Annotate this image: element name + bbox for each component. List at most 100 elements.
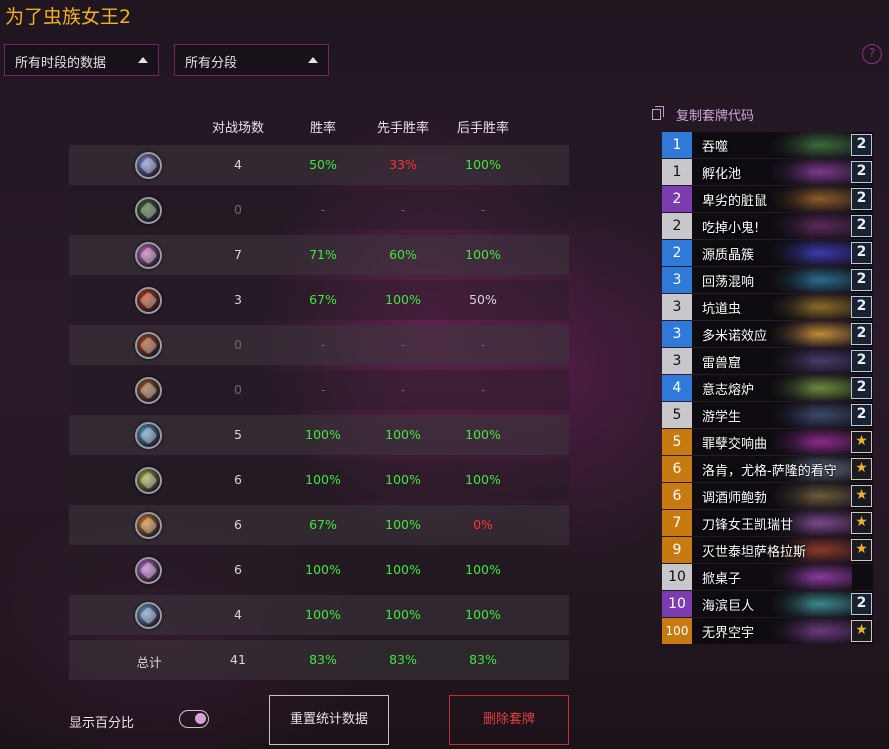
card-cost: 3	[662, 294, 692, 320]
time-filter-dropdown[interactable]: 所有时段的数据	[4, 44, 159, 76]
winrate-cell: -	[320, 382, 326, 397]
total-second-winrate: 83%	[469, 652, 497, 667]
show-percent-toggle[interactable]	[179, 710, 209, 728]
winrate-cell: 67%	[309, 292, 337, 307]
priest-class-icon	[135, 557, 162, 584]
games-cell: 4	[234, 607, 242, 622]
death-knight-class-icon	[135, 602, 162, 629]
card-count: 2	[851, 323, 872, 345]
second-winrate-cell: 100%	[465, 472, 501, 487]
table-row: 4 100% 100% 100%	[69, 595, 569, 635]
games-cell: 0	[234, 382, 242, 397]
delete-deck-button[interactable]: 删除套牌	[449, 695, 569, 745]
deck-card[interactable]: 1 吞噬 2	[662, 132, 873, 158]
table-row: 6 100% 100% 100%	[69, 550, 569, 590]
deck-card[interactable]: 10 海滨巨人 2	[662, 591, 873, 617]
deck-card[interactable]: 2 卑劣的脏鼠 2	[662, 186, 873, 212]
help-icon[interactable]: ?	[862, 44, 882, 64]
legendary-star-icon: ★	[851, 458, 872, 480]
card-cost: 6	[662, 456, 692, 482]
first-winrate-cell: -	[400, 382, 406, 397]
deck-card[interactable]: 3 多米诺效应 2	[662, 321, 873, 347]
card-count: 2	[851, 161, 872, 183]
reset-stats-button[interactable]: 重置统计数据	[269, 695, 389, 745]
card-count: 2	[851, 134, 872, 156]
card-count: 2	[851, 296, 872, 318]
card-cost: 5	[662, 402, 692, 428]
warlock-class-icon	[135, 377, 162, 404]
legendary-star-icon: ★	[851, 512, 872, 534]
second-winrate-cell: 100%	[465, 607, 501, 622]
deck-card[interactable]: 10 掀桌子	[662, 564, 873, 590]
deck-card[interactable]: 6 洛肯，尤格-萨隆的看守 ★	[662, 456, 873, 482]
second-winrate-cell: 0%	[473, 517, 493, 532]
deck-card[interactable]: 3 坑道虫 2	[662, 294, 873, 320]
deck-card[interactable]: 100 无界空宇 ★	[662, 618, 873, 644]
first-winrate-cell: 60%	[389, 247, 417, 262]
hunter-class-icon	[135, 467, 162, 494]
first-winrate-cell: -	[400, 202, 406, 217]
deck-card[interactable]: 3 雷兽窟 2	[662, 348, 873, 374]
deck-card[interactable]: 4 意志熔炉 2	[662, 375, 873, 401]
copy-deck-code-link[interactable]: 复制套牌代码	[676, 105, 754, 124]
card-name: 灭世泰坦萨格拉斯	[702, 545, 807, 560]
toggle-knob	[195, 713, 206, 724]
card-cost: 3	[662, 348, 692, 374]
first-winrate-cell: 100%	[385, 292, 421, 307]
games-cell: 7	[234, 247, 242, 262]
table-row: 6 100% 100% 100%	[69, 460, 569, 500]
games-cell: 6	[234, 472, 242, 487]
winrate-cell: -	[320, 337, 326, 352]
deck-card[interactable]: 7 刀锋女王凯瑞甘 ★	[662, 510, 873, 536]
deck-card[interactable]: 6 调酒师鲍勃 ★	[662, 483, 873, 509]
deck-card[interactable]: 9 灭世泰坦萨格拉斯 ★	[662, 537, 873, 563]
card-count: 2	[851, 215, 872, 237]
card-name: 刀锋女王凯瑞甘	[702, 518, 794, 533]
rank-filter-dropdown[interactable]: 所有分段	[174, 44, 329, 76]
first-winrate-cell: 100%	[385, 562, 421, 577]
card-name: 游学生	[702, 410, 742, 425]
deck-card[interactable]: 2 吃掉小鬼! 2	[662, 213, 873, 239]
deck-card[interactable]: 2 源质晶簇 2	[662, 240, 873, 266]
second-winrate-cell: -	[480, 337, 486, 352]
second-winrate-cell: 100%	[465, 157, 501, 172]
total-label: 总计	[136, 655, 162, 670]
deck-card[interactable]: 5 罪孽交响曲 ★	[662, 429, 873, 455]
header-games: 对战场数	[211, 121, 264, 136]
winrate-cell: 100%	[305, 427, 341, 442]
table-row: 6 67% 100% 0%	[69, 505, 569, 545]
second-winrate-cell: 100%	[465, 247, 501, 262]
card-name: 吃掉小鬼!	[702, 221, 760, 236]
deck-card[interactable]: 3 回荡混响 2	[662, 267, 873, 293]
header-first-winrate: 先手胜率	[376, 121, 429, 136]
card-cost: 100	[662, 618, 692, 644]
copy-icon[interactable]	[652, 106, 665, 121]
druid-class-icon	[135, 197, 162, 224]
games-cell: 6	[234, 562, 242, 577]
card-name: 回荡混响	[702, 275, 755, 290]
card-name: 海滨巨人	[702, 599, 755, 614]
games-cell: 5	[234, 427, 242, 442]
deck-card[interactable]: 1 孵化池 2	[662, 159, 873, 185]
card-cost: 2	[662, 186, 692, 212]
card-cost: 7	[662, 510, 692, 536]
card-name: 掀桌子	[702, 572, 742, 587]
rank-filter-label: 所有分段	[185, 56, 238, 71]
card-name: 源质晶簇	[702, 248, 755, 263]
card-name: 多米诺效应	[702, 329, 768, 344]
total-games: 41	[230, 652, 246, 667]
paladin-class-icon	[135, 512, 162, 539]
deck-card[interactable]: 5 游学生 2	[662, 402, 873, 428]
winrate-cell: 50%	[309, 157, 337, 172]
legendary-star-icon: ★	[851, 539, 872, 561]
header-winrate: 胜率	[309, 121, 336, 136]
games-cell: 6	[234, 517, 242, 532]
second-winrate-cell: 100%	[465, 427, 501, 442]
card-cost: 5	[662, 429, 692, 455]
first-winrate-cell: 100%	[385, 517, 421, 532]
show-percent-label: 显示百分比	[69, 716, 135, 731]
deck-title: 为了虫族女王2	[5, 6, 132, 28]
card-count: 2	[851, 269, 872, 291]
legendary-star-icon: ★	[851, 485, 872, 507]
card-count: 2	[851, 404, 872, 426]
